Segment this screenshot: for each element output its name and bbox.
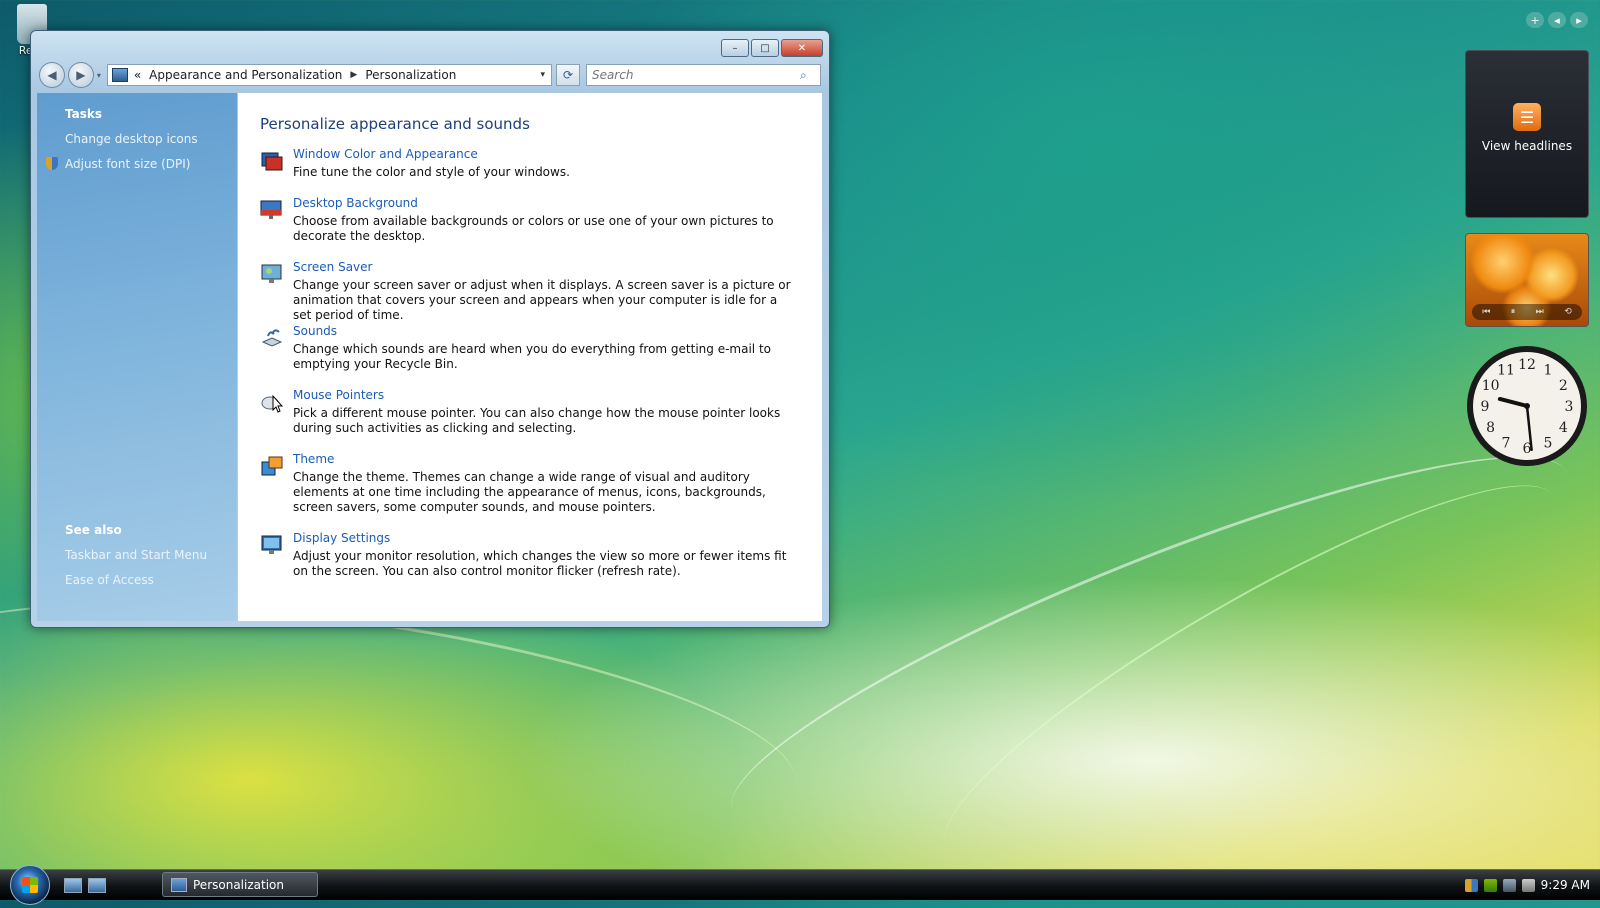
change-desktop-icons-link[interactable]: Change desktop icons bbox=[65, 132, 198, 146]
content-pane: Personalize appearance and sounds Window… bbox=[238, 93, 822, 621]
security-shield-icon[interactable] bbox=[1464, 878, 1478, 892]
forward-button[interactable]: ▶ bbox=[67, 62, 94, 88]
task-pane: Tasks Change desktop icons Adjust font s… bbox=[37, 93, 237, 621]
rss-icon: ☰ bbox=[1513, 103, 1541, 131]
search-input[interactable] bbox=[586, 67, 800, 83]
ease-of-access-link[interactable]: Ease of Access bbox=[65, 573, 154, 587]
breadcrumb-appearance-and-personalization[interactable]: Appearance and Personalization bbox=[149, 68, 342, 82]
windows-logo-icon bbox=[22, 877, 38, 893]
windows-defender-icon[interactable] bbox=[1483, 878, 1497, 892]
show-desktop-icon[interactable] bbox=[64, 878, 82, 893]
gadget-prev-button[interactable]: ◂ bbox=[1548, 12, 1566, 28]
gadget-next-button[interactable]: ▸ bbox=[1570, 12, 1588, 28]
mouse-pointers-link[interactable]: Mouse Pointers bbox=[293, 388, 384, 402]
recent-pages-dropdown[interactable]: ▾ bbox=[97, 71, 101, 80]
search-icon[interactable]: ⌕ bbox=[800, 68, 816, 83]
display-settings-link[interactable]: Display Settings bbox=[293, 531, 390, 545]
start-button[interactable] bbox=[10, 865, 50, 905]
close-button[interactable]: ✕ bbox=[781, 39, 823, 57]
address-bar[interactable]: « Appearance and Personalization ▶ Perso… bbox=[106, 64, 553, 86]
item-description: Pick a different mouse pointer. You can … bbox=[293, 406, 781, 435]
network-icon[interactable] bbox=[1502, 878, 1516, 892]
refresh-button[interactable]: ⟳ bbox=[556, 64, 580, 86]
add-gadget-button[interactable]: + bbox=[1526, 12, 1544, 28]
control-panel-icon bbox=[171, 877, 187, 892]
desktop-background-icon bbox=[260, 200, 282, 219]
display-settings-icon bbox=[261, 535, 282, 554]
clock-number: 12 bbox=[1518, 357, 1536, 373]
wallpaper-swoosh bbox=[702, 397, 1598, 886]
control-panel-icon bbox=[111, 68, 128, 82]
view-headlines-label[interactable]: View headlines bbox=[1466, 139, 1588, 153]
breadcrumb-personalization[interactable]: Personalization bbox=[365, 68, 456, 82]
clock-number: 5 bbox=[1544, 435, 1553, 451]
sounds-icon bbox=[261, 329, 283, 347]
next-icon[interactable]: ⏭ bbox=[1536, 307, 1544, 317]
see-also-heading: See also bbox=[65, 523, 122, 537]
item-description: Choose from available backgrounds or col… bbox=[293, 214, 774, 243]
item-description: Fine tune the color and style of your wi… bbox=[293, 165, 570, 179]
item-description: Change your screen saver or adjust when … bbox=[293, 278, 791, 322]
clock-number: 7 bbox=[1502, 435, 1511, 451]
theme-link[interactable]: Theme bbox=[293, 452, 334, 466]
taskbar-and-start-menu-link[interactable]: Taskbar and Start Menu bbox=[65, 548, 207, 562]
theme-icon bbox=[261, 456, 283, 476]
caption-buttons: – □ ✕ bbox=[721, 39, 823, 57]
switch-windows-icon[interactable] bbox=[88, 878, 106, 893]
taskbar: Personalization 9:29 AM bbox=[0, 865, 1600, 905]
clock-number: 8 bbox=[1486, 420, 1495, 436]
mouse-pointer-icon bbox=[261, 394, 284, 413]
search-box[interactable]: ⌕ bbox=[585, 64, 821, 86]
breadcrumb-overflow[interactable]: « bbox=[134, 68, 141, 82]
sounds-link[interactable]: Sounds bbox=[293, 324, 337, 338]
clock-number: 2 bbox=[1559, 378, 1568, 394]
previous-icon[interactable]: ⏮ bbox=[1482, 307, 1490, 317]
desktop-background-link[interactable]: Desktop Background bbox=[293, 196, 418, 210]
wallpaper-swoosh bbox=[911, 434, 1589, 908]
volume-icon[interactable] bbox=[1521, 878, 1535, 892]
taskbar-button-personalization[interactable]: Personalization bbox=[162, 872, 318, 897]
item-description: Change which sounds are heard when you d… bbox=[293, 342, 771, 371]
window-color-and-appearance-link[interactable]: Window Color and Appearance bbox=[293, 147, 478, 161]
address-dropdown-icon[interactable]: ▾ bbox=[541, 70, 546, 80]
clock-number: 11 bbox=[1497, 363, 1515, 379]
screen-saver-link[interactable]: Screen Saver bbox=[293, 260, 372, 274]
clock-number: 4 bbox=[1559, 420, 1568, 436]
item-description: Adjust your monitor resolution, which ch… bbox=[293, 549, 787, 578]
slideshow-gadget[interactable]: ⏮ ⏸ ⏭ ⟲ bbox=[1465, 233, 1589, 327]
navigation-bar: ◀ ▶ ▾ « Appearance and Personalization ▶… bbox=[39, 61, 821, 89]
feed-headlines-gadget[interactable]: ☰ View headlines bbox=[1465, 50, 1589, 218]
clock-number: 3 bbox=[1565, 399, 1574, 415]
page-title: Personalize appearance and sounds bbox=[260, 115, 530, 133]
item-description: Change the theme. Themes can change a wi… bbox=[293, 470, 766, 514]
clock-number: 1 bbox=[1544, 363, 1553, 379]
clock-gadget[interactable]: 12 1234567891011 bbox=[1465, 344, 1589, 468]
screen-saver-icon bbox=[261, 264, 282, 283]
clock-number: 9 bbox=[1481, 399, 1490, 415]
tasks-heading: Tasks bbox=[65, 107, 103, 121]
breadcrumb-separator-icon[interactable]: ▶ bbox=[350, 70, 357, 80]
slideshow-controls: ⏮ ⏸ ⏭ ⟲ bbox=[1472, 304, 1582, 320]
adjust-font-size-link[interactable]: Adjust font size (DPI) bbox=[65, 157, 190, 171]
gadget-toolbar: + ◂ ▸ bbox=[1526, 12, 1588, 28]
clock-center bbox=[1524, 403, 1530, 409]
taskbar-button-label: Personalization bbox=[193, 877, 284, 892]
back-button[interactable]: ◀ bbox=[39, 62, 65, 88]
window-color-icon bbox=[261, 152, 283, 171]
clock-number: 10 bbox=[1482, 378, 1500, 394]
personalization-window[interactable]: – □ ✕ ◀ ▶ ▾ « Appearance and Personaliza… bbox=[30, 30, 830, 628]
pause-icon[interactable]: ⏸ bbox=[1511, 307, 1516, 317]
view-icon[interactable]: ⟲ bbox=[1564, 307, 1572, 317]
system-tray: 9:29 AM bbox=[1464, 870, 1590, 900]
minimize-button[interactable]: – bbox=[721, 39, 749, 57]
uac-shield-icon bbox=[46, 157, 58, 170]
maximize-button[interactable]: □ bbox=[751, 39, 779, 57]
clock-time[interactable]: 9:29 AM bbox=[1541, 878, 1590, 892]
